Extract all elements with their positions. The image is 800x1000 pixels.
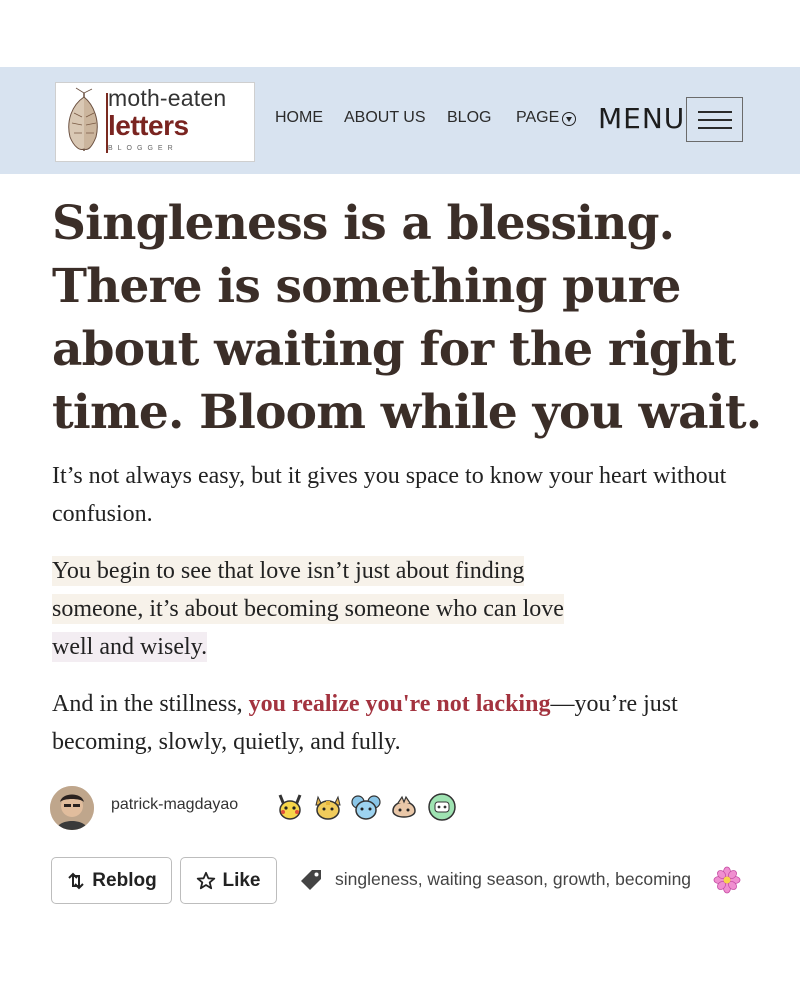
author-name[interactable]: patrick-magdayao [111, 796, 238, 814]
site-header: moth-eaten letters BLOGGER HOME ABOUT US… [0, 67, 800, 174]
discord-badge-icon [428, 793, 456, 821]
like-button[interactable]: Like [180, 857, 277, 904]
site-logo[interactable]: moth-eaten letters BLOGGER [55, 82, 255, 162]
like-label: Like [222, 869, 261, 891]
clefable-badge-icon [392, 795, 416, 818]
highlighted-line: You begin to see that love isn’t just ab… [52, 556, 525, 586]
highlighted-line: someone, it’s about becoming someone who… [52, 594, 564, 624]
chevron-down-circle-icon [562, 112, 577, 126]
reblog-label: Reblog [92, 869, 157, 891]
hamburger-line [698, 119, 732, 121]
author-badges [274, 791, 458, 823]
nav-about[interactable]: ABOUT US [344, 109, 426, 127]
post-paragraph-3: And in the stillness, you realize you're… [52, 685, 752, 761]
menu-label[interactable]: MENU [598, 102, 685, 135]
tag-icon [301, 870, 321, 890]
nav-page-label: PAGE [516, 109, 560, 126]
highlighted-line: well and wisely. [52, 632, 208, 662]
moth-illustration [68, 87, 98, 151]
blue-creature-badge-icon [351, 795, 381, 820]
star-icon [197, 871, 216, 889]
logo-text-line3: BLOGGER [108, 145, 178, 152]
pikachu-badge-icon [278, 794, 302, 820]
author-avatar[interactable] [50, 786, 94, 830]
post-tags[interactable]: singleness, waiting season, growth, beco… [335, 869, 691, 890]
reblog-button[interactable]: Reblog [51, 857, 172, 904]
hamburger-line [698, 111, 732, 113]
logo-text-line1: moth-eaten [108, 85, 227, 111]
meowth-badge-icon [315, 795, 341, 820]
post-paragraph-1: It’s not always easy, but it gives you s… [52, 463, 727, 527]
reblog-icon [68, 872, 85, 889]
paragraph-text: And in the stillness, [52, 691, 249, 717]
logo-text-line2: letters [108, 110, 189, 141]
post-title: Singleness is a blessing. There is somet… [52, 196, 762, 440]
hamburger-line [698, 127, 732, 129]
nav-blog[interactable]: BLOG [447, 109, 491, 127]
nav-page-dropdown[interactable]: PAGE [516, 109, 577, 127]
avatar-image [50, 786, 94, 830]
emphasized-text: you realize you're not lacking [248, 691, 551, 717]
hamburger-menu-button[interactable] [686, 97, 743, 142]
post-paragraph-2: You begin to see that love isn’t just ab… [52, 552, 752, 666]
nav-home[interactable]: HOME [275, 109, 323, 127]
flower-icon [713, 866, 741, 894]
